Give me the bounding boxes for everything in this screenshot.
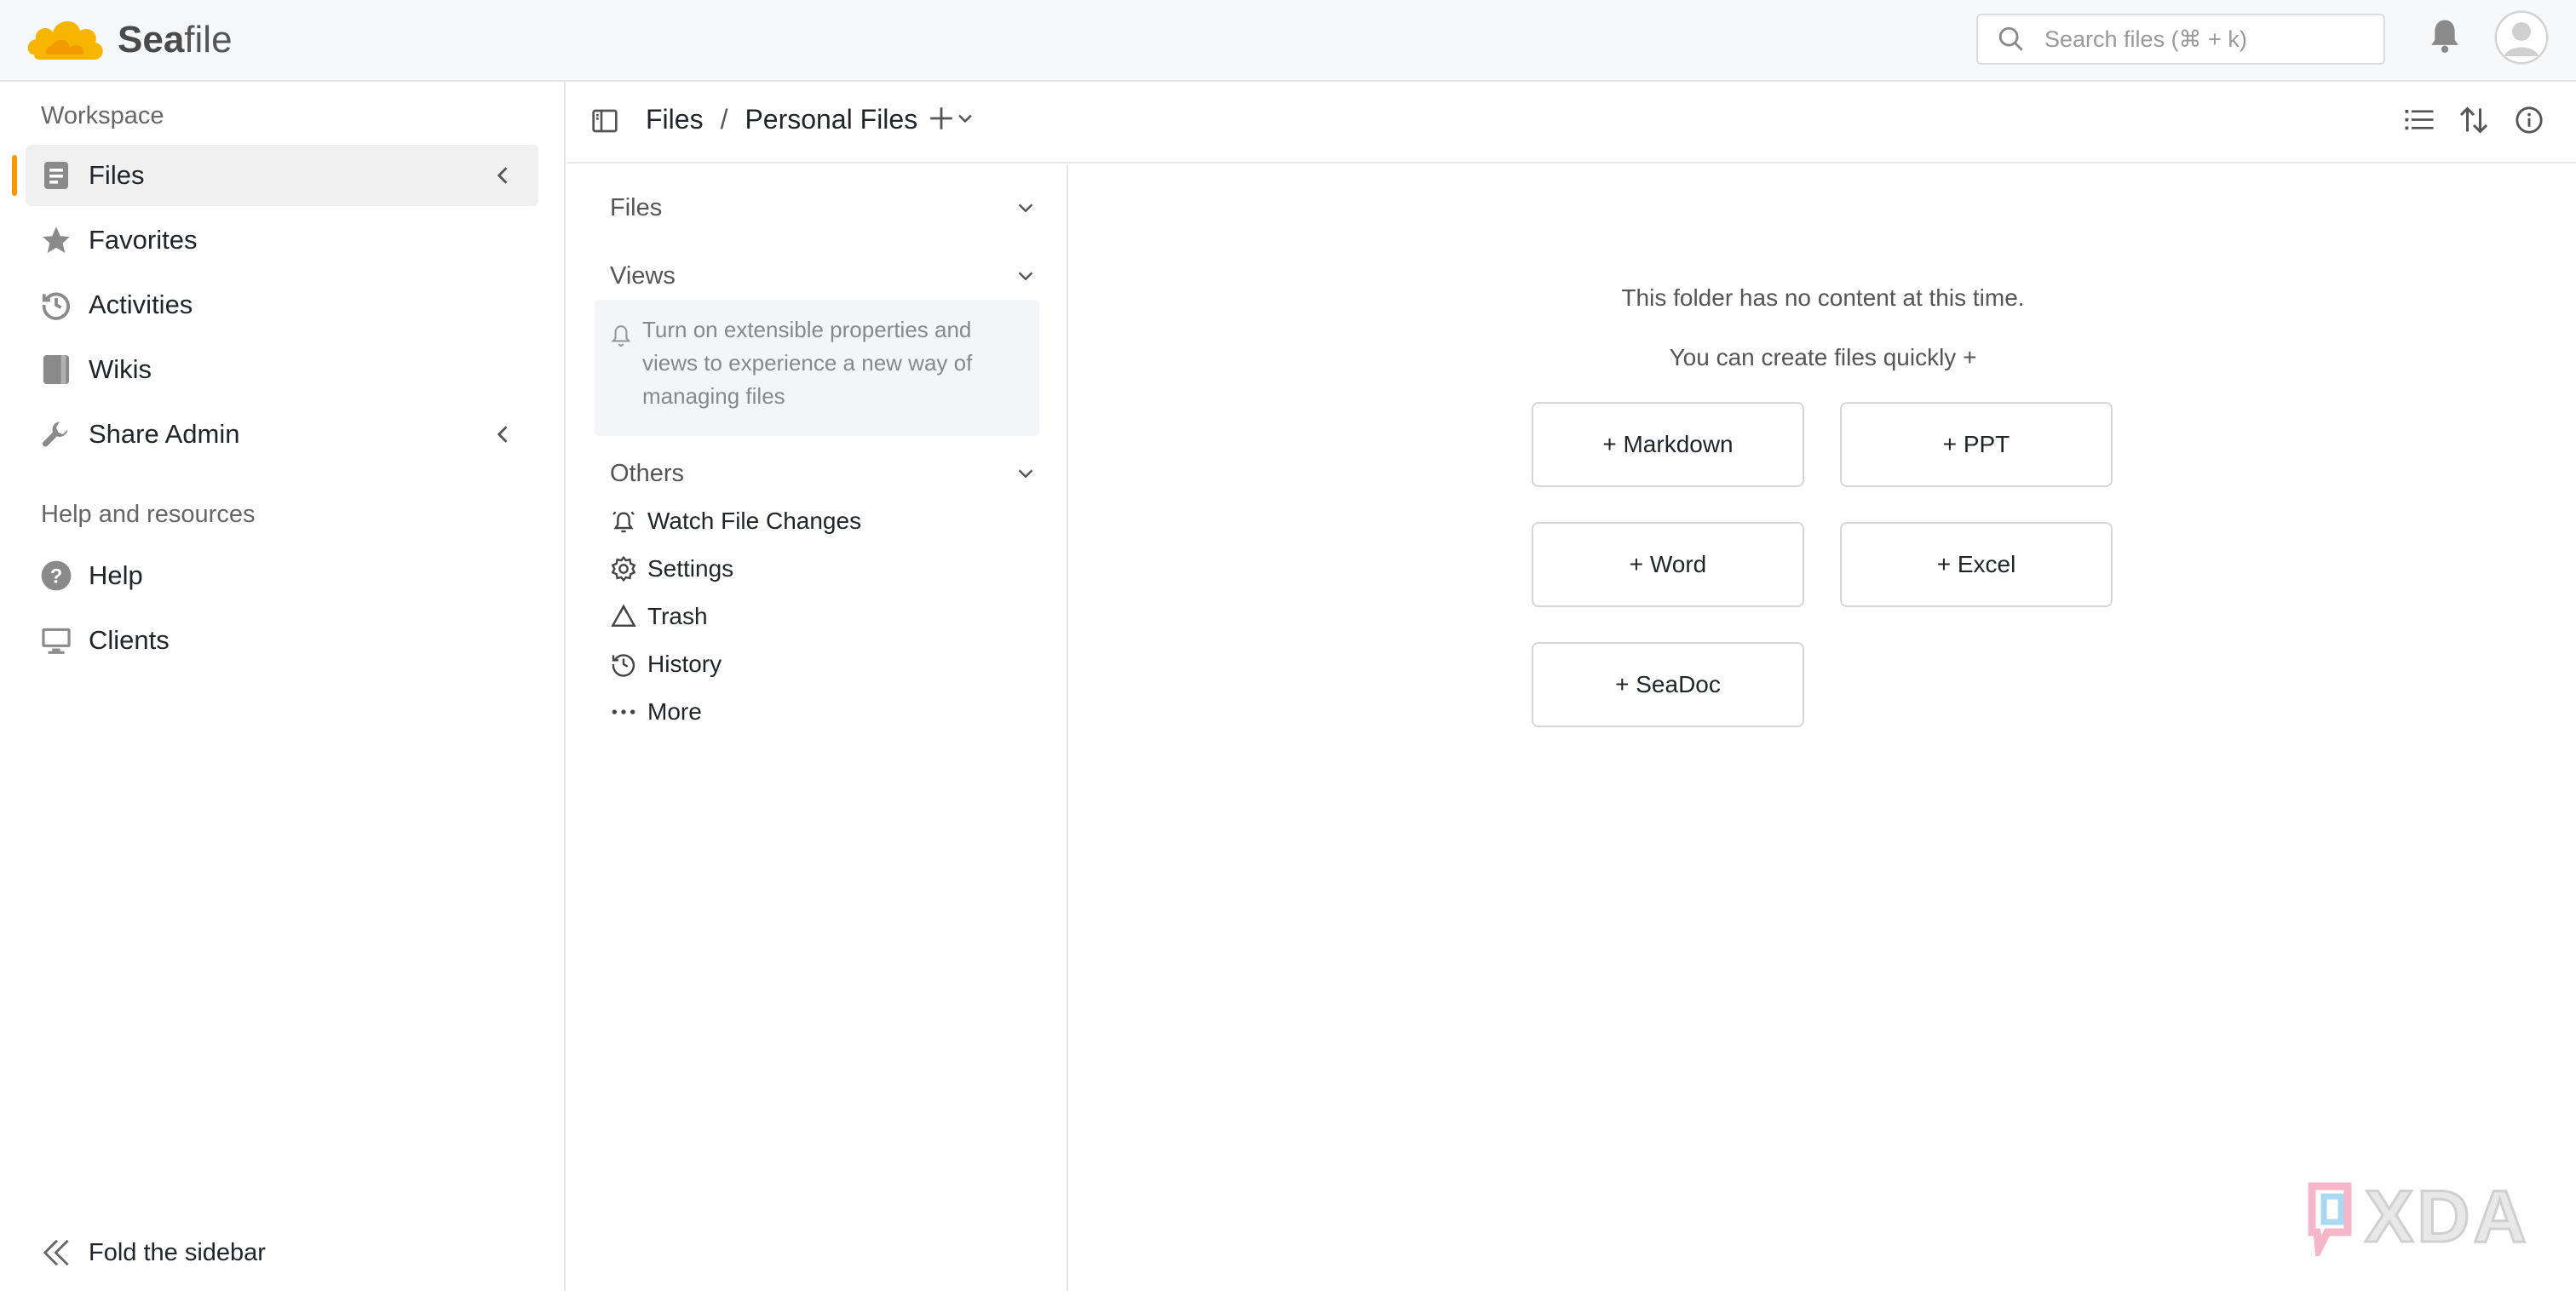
alarm-icon [612,511,635,533]
settings-item[interactable]: Settings [610,550,733,588]
question-icon: ? [39,559,73,593]
sidebar-item-favorites[interactable]: Favorites [26,209,538,271]
sidebar-item-label: Files [89,160,145,190]
xda-watermark: XDA [2300,1175,2530,1259]
history-icon [39,288,73,322]
fold-sidebar-label: Fold the sidebar [89,1238,266,1266]
notification-button[interactable] [2428,17,2462,59]
svg-text:?: ? [50,565,63,588]
settings-label: Settings [647,555,734,582]
sidebar-item-share-admin[interactable]: Share Admin [26,404,538,465]
watch-file-changes-item[interactable]: Watch File Changes [610,502,861,540]
breadcrumb-separator: / [720,104,728,135]
sidebar-item-label: Wikis [89,354,152,384]
sidebar-item-label: Favorites [89,225,198,255]
sort-icon[interactable] [2458,106,2489,135]
user-avatar[interactable] [2494,10,2549,65]
seafile-logo-icon [27,20,103,60]
star-icon [39,223,73,257]
list-view-icon[interactable] [2404,106,2435,135]
chevron-down-icon [1018,469,1033,479]
avatar-icon [2495,11,2548,64]
sidebar-item-files[interactable]: Files [12,145,538,206]
create-files-hint: You can create files quickly + [1669,344,1977,370]
book-icon [39,353,73,387]
create-excel-button[interactable]: + Excel [1840,522,2113,607]
file-icon [39,158,73,192]
sidebar-section-help: Help and resources [41,501,256,528]
search-icon [1998,26,2023,51]
sidebar-item-activities[interactable]: Activities [26,274,538,336]
more-icon [612,709,635,714]
search-input[interactable]: Search files (⌘ + k) [1976,14,2385,65]
recycle-icon [611,604,636,627]
chevron-left-icon [497,167,508,184]
search-placeholder: Search files (⌘ + k) [2044,26,2247,52]
trash-label: Trash [647,603,708,629]
bell-outline-icon [611,325,631,347]
wrench-icon [39,417,73,451]
gear-icon [611,555,636,582]
bell-icon [2431,20,2458,53]
more-item[interactable]: More [610,693,702,731]
chevron-down-icon [1018,204,1033,213]
sidebar-item-label: Clients [89,625,170,655]
fold-sidebar-button[interactable]: Fold the sidebar [41,1236,266,1269]
top-header: Seafile Search files (⌘ + k) [0,0,2576,82]
seafile-logo[interactable]: Seafile [26,10,233,70]
files-panel: Files Views Turn on extensible propertie… [567,165,1068,1291]
sidebar-item-clients[interactable]: Clients [26,610,538,671]
empty-folder-message: This folder has no content at this time. [1621,284,2025,311]
sidebar-section-workspace: Workspace [41,102,164,129]
breadcrumb: Files / Personal Files [646,104,917,135]
views-tip-text: Turn on extensible properties and views … [642,317,973,409]
logo-text: Seafile [118,19,233,60]
files-section-label: Files [610,193,663,221]
views-tip: Turn on extensible properties and views … [595,300,1039,436]
chevron-down-icon [958,114,972,123]
sidebar-item-help[interactable]: ? Help [26,545,538,606]
active-indicator [12,155,17,196]
sidebar-item-label: Share Admin [89,419,240,449]
chevron-down-icon [1018,272,1033,281]
sidebar-toggle-icon[interactable] [591,107,618,135]
path-toolbar: Files / Personal Files [567,82,2576,164]
watch-file-changes-label: Watch File Changes [647,508,862,534]
sidebar-item-label: Help [89,560,143,590]
views-section-header[interactable]: Views [610,257,1036,295]
double-chevron-left-icon [43,1239,69,1266]
info-icon[interactable] [2515,106,2544,135]
files-section-header[interactable]: Files [610,189,1036,227]
watermark-text: XDA [2364,1175,2530,1259]
create-markdown-button[interactable]: + Markdown [1532,402,1804,487]
history-item[interactable]: History [610,646,722,683]
create-ppt-button[interactable]: + PPT [1840,402,2113,487]
history-icon [612,654,635,677]
others-section-header[interactable]: Others [610,455,1036,492]
monitor-icon [39,623,73,657]
sidebar-item-wikis[interactable]: Wikis [26,339,538,400]
history-label: History [647,651,722,677]
main-content: This folder has no content at this time.… [1070,165,2576,1291]
breadcrumb-current: Personal Files [745,104,918,135]
xda-logo-icon [2308,1182,2352,1256]
sidebar-item-label: Activities [89,290,193,319]
more-label: More [647,698,702,725]
plus-icon [930,107,952,129]
views-section-label: Views [610,261,676,290]
chevron-left-icon [497,426,508,443]
sidebar: Workspace Files Favorites Activities Wik… [0,82,566,1291]
add-new-button[interactable] [927,104,975,133]
create-seadoc-button[interactable]: + SeaDoc [1532,642,1804,727]
breadcrumb-root[interactable]: Files [646,104,704,135]
others-section-label: Others [610,459,685,487]
create-word-button[interactable]: + Word [1532,522,1804,607]
trash-item[interactable]: Trash [610,598,708,635]
